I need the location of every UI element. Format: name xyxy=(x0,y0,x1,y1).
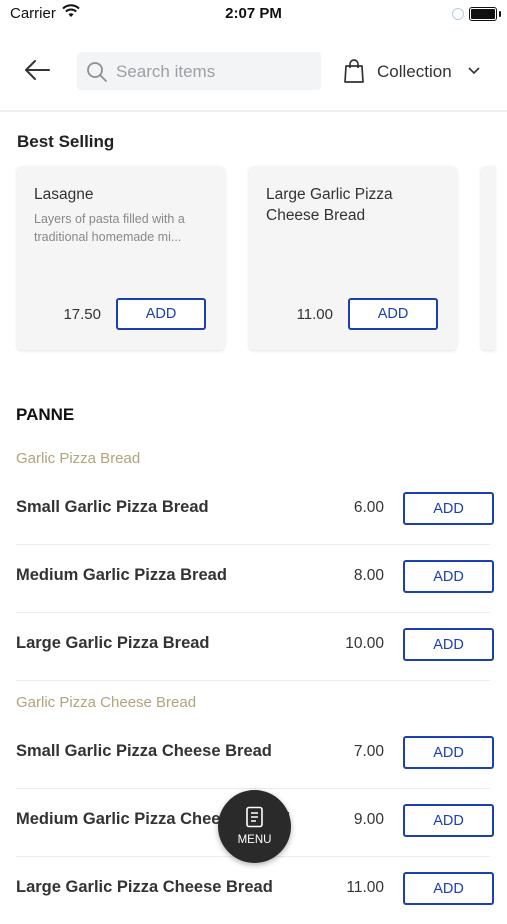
menu-item-row[interactable]: Medium Garlic Pizza Bread 8.00 ADD xyxy=(16,544,494,613)
menu-fab-label: MENU xyxy=(237,834,272,846)
top-bar: Search items Collection xyxy=(0,28,507,112)
add-button[interactable]: ADD xyxy=(403,736,494,769)
card-price: 17.50 xyxy=(63,306,101,323)
best-selling-card[interactable]: Lasagne Layers of pasta filled with a tr… xyxy=(17,166,225,350)
menu-item-row[interactable]: Small Garlic Pizza Bread 6.00 ADD xyxy=(16,476,494,545)
menu-item-row[interactable]: Large Garlic Pizza Bread 10.00 ADD xyxy=(16,612,494,681)
subcategory-title: Garlic Pizza Cheese Bread xyxy=(16,694,197,711)
search-input[interactable]: Search items xyxy=(77,52,321,90)
menu-item-row[interactable]: Large Garlic Pizza Cheese Bread 11.00 AD… xyxy=(16,856,494,924)
search-icon xyxy=(87,62,107,82)
best-selling-card[interactable]: Large Garlic Pizza Cheese Bread 11.00 AD… xyxy=(249,166,457,350)
item-price: 7.00 xyxy=(353,743,384,760)
item-name: Large Garlic Pizza Cheese Bread xyxy=(16,878,273,896)
item-name: Small Garlic Pizza Cheese Bread xyxy=(16,742,272,760)
shopping-bag-icon xyxy=(344,59,364,83)
add-button[interactable]: ADD xyxy=(403,804,494,837)
card-name: Large Garlic Pizza Cheese Bread xyxy=(266,186,393,224)
card-price: 11.00 xyxy=(296,306,333,323)
card-description: Layers of pasta filled with a traditiona… xyxy=(34,212,185,244)
item-name: Medium Garlic Pizza Bread xyxy=(16,566,227,584)
card-name: Lasagne xyxy=(34,186,94,203)
item-price: 10.00 xyxy=(345,635,384,652)
menu-fab-button[interactable]: MENU xyxy=(218,790,291,863)
subcategory-title: Garlic Pizza Bread xyxy=(16,450,141,467)
add-button[interactable]: ADD xyxy=(116,298,206,330)
best-selling-title: Best Selling xyxy=(17,132,115,151)
item-price: 9.00 xyxy=(353,811,384,828)
category-title: PANNE xyxy=(16,405,75,424)
collection-dropdown[interactable]: Collection xyxy=(343,56,483,86)
add-button[interactable]: ADD xyxy=(403,492,494,525)
item-price: 8.00 xyxy=(353,567,384,584)
add-button[interactable]: ADD xyxy=(403,628,494,661)
collection-label: Collection xyxy=(377,62,452,81)
item-name: Small Garlic Pizza Bread xyxy=(16,498,209,516)
item-name: Large Garlic Pizza Bread xyxy=(16,634,210,652)
add-button[interactable]: ADD xyxy=(403,872,494,905)
add-button[interactable]: ADD xyxy=(348,298,438,330)
back-arrow-icon[interactable] xyxy=(22,58,52,82)
status-bar: Carrier 2:07 PM xyxy=(0,0,507,28)
menu-item-row[interactable]: Small Garlic Pizza Cheese Bread 7.00 ADD xyxy=(16,720,494,789)
battery-icon xyxy=(469,7,501,21)
search-placeholder: Search items xyxy=(116,62,216,81)
add-button[interactable]: ADD xyxy=(403,560,494,593)
clock: 2:07 PM xyxy=(225,5,282,22)
chevron-down-icon xyxy=(468,67,480,75)
item-price: 6.00 xyxy=(353,499,384,516)
item-price: 11.00 xyxy=(346,879,384,896)
location-icon xyxy=(452,8,464,20)
menu-book-icon xyxy=(246,806,263,828)
best-selling-card-peek[interactable] xyxy=(481,166,495,350)
